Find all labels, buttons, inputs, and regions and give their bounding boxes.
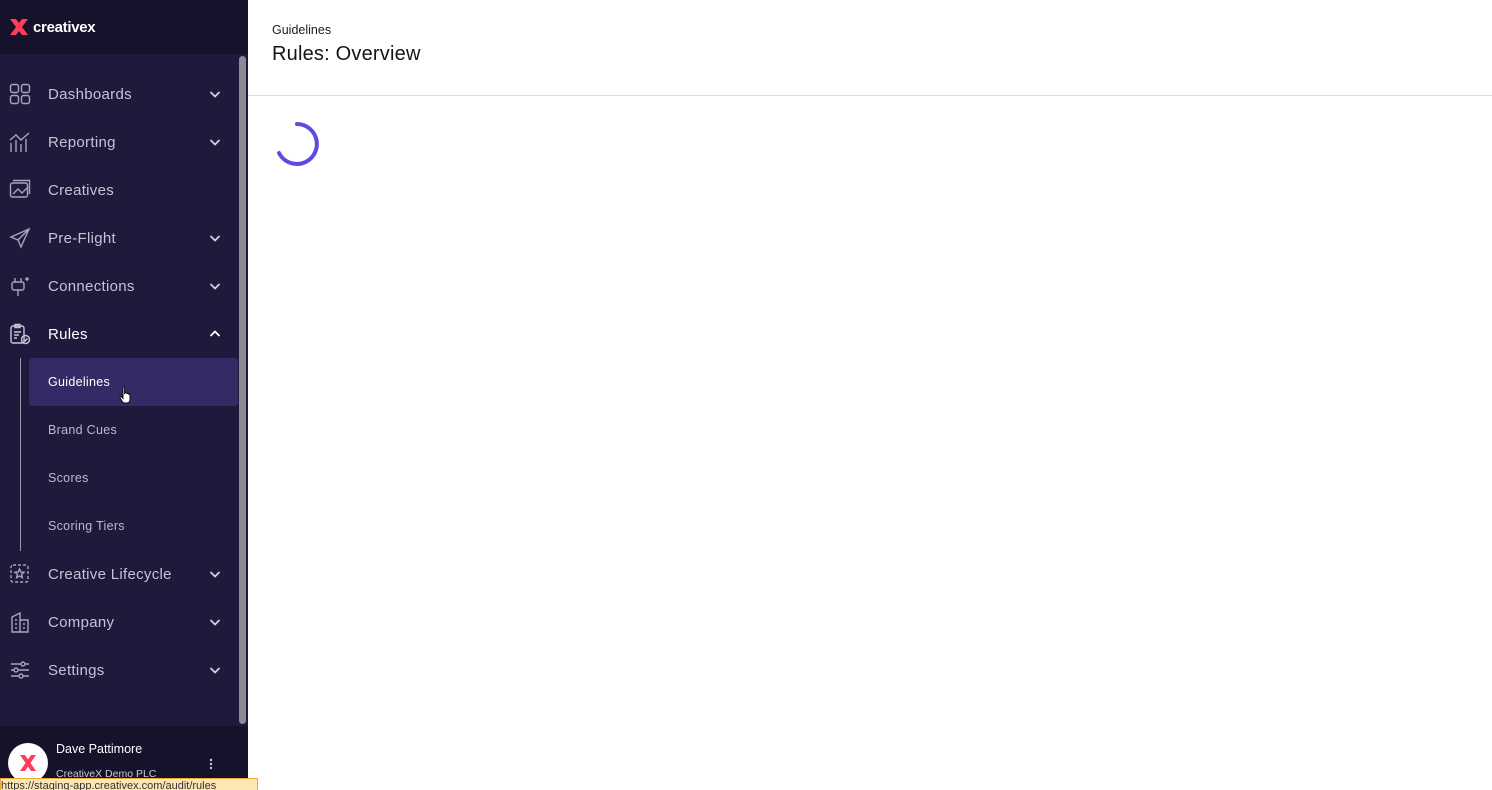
brand-name: creativex <box>33 18 96 36</box>
sidebar-subitem-scores[interactable]: Scores <box>29 454 238 502</box>
sidebar-subitem-label: Guidelines <box>48 375 111 389</box>
page-title: Rules: Overview <box>272 43 421 65</box>
brand-logo[interactable]: creativex <box>0 0 248 54</box>
paper-plane-icon <box>9 227 31 249</box>
sidebar-item-label: Creatives <box>48 181 115 199</box>
sidebar-nav: Dashboards Reporting Creatives Pre-Fligh… <box>0 70 238 694</box>
sidebar-item-label: Dashboards <box>48 85 132 103</box>
sidebar-item-label: Reporting <box>48 133 116 151</box>
chart-icon <box>9 132 30 152</box>
chevron-down-icon <box>209 283 221 290</box>
status-bar-url: https://staging-app.creativex.com/audit/… <box>0 778 258 790</box>
sidebar-subitem-label: Brand Cues <box>48 423 118 437</box>
sidebar-item-dashboards[interactable]: Dashboards <box>0 70 238 118</box>
chevron-down-icon <box>209 619 221 626</box>
loading-spinner-icon <box>277 122 319 166</box>
chevron-down-icon <box>209 667 221 674</box>
chevron-down-icon <box>209 91 221 98</box>
sidebar-item-reporting[interactable]: Reporting <box>0 118 238 166</box>
images-icon <box>9 179 31 198</box>
sidebar-subitem-brand-cues[interactable]: Brand Cues <box>29 406 238 454</box>
grid-icon <box>9 83 31 105</box>
sidebar-scrollbar[interactable] <box>239 56 246 724</box>
sidebar-subitem-scoring-tiers[interactable]: Scoring Tiers <box>29 502 238 550</box>
sidebar-item-creatives[interactable]: Creatives <box>0 166 238 214</box>
submenu-divider <box>20 358 21 551</box>
sidebar-item-connections[interactable]: Connections <box>0 262 238 310</box>
sidebar-subitem-guidelines[interactable]: Guidelines <box>29 358 238 406</box>
plug-icon <box>11 277 29 296</box>
sidebar: creativex Dashboards Reporting Creatives <box>0 0 248 790</box>
creativex-logo-icon <box>10 19 28 35</box>
sidebar-item-label: Company <box>48 613 115 631</box>
avatar <box>8 743 48 783</box>
sidebar-subitem-label: Scores <box>48 471 89 485</box>
lifecycle-icon <box>10 564 29 583</box>
creativex-avatar-logo-icon <box>20 755 36 771</box>
sidebar-item-label: Settings <box>48 661 105 679</box>
sliders-icon <box>11 661 29 679</box>
page-header: Guidelines Rules: Overview <box>248 0 1492 96</box>
sidebar-item-company[interactable]: Company <box>0 598 238 646</box>
sidebar-item-creative-lifecycle[interactable]: Creative Lifecycle <box>0 550 238 598</box>
sidebar-item-rules[interactable]: Rules <box>0 310 238 358</box>
breadcrumb[interactable]: Guidelines <box>272 23 331 37</box>
sidebar-item-label: Creative Lifecycle <box>48 565 172 583</box>
hand-pointer-cursor-icon <box>119 386 131 404</box>
building-icon <box>11 611 29 633</box>
main-content: Guidelines Rules: Overview <box>248 0 1492 790</box>
sidebar-item-pre-flight[interactable]: Pre-Flight <box>0 214 238 262</box>
more-vertical-icon[interactable] <box>205 756 217 772</box>
sidebar-item-label: Connections <box>48 277 135 295</box>
chevron-down-icon <box>209 235 221 242</box>
chevron-down-icon <box>209 139 221 146</box>
sidebar-item-label: Rules <box>48 325 88 343</box>
clipboard-check-icon <box>10 323 31 345</box>
chevron-up-icon <box>209 330 221 337</box>
sidebar-item-settings[interactable]: Settings <box>0 646 238 694</box>
chevron-down-icon <box>209 571 221 578</box>
sidebar-item-label: Pre-Flight <box>48 229 117 247</box>
sidebar-subitem-label: Scoring Tiers <box>48 519 125 533</box>
user-name: Dave Pattimore <box>56 742 143 756</box>
